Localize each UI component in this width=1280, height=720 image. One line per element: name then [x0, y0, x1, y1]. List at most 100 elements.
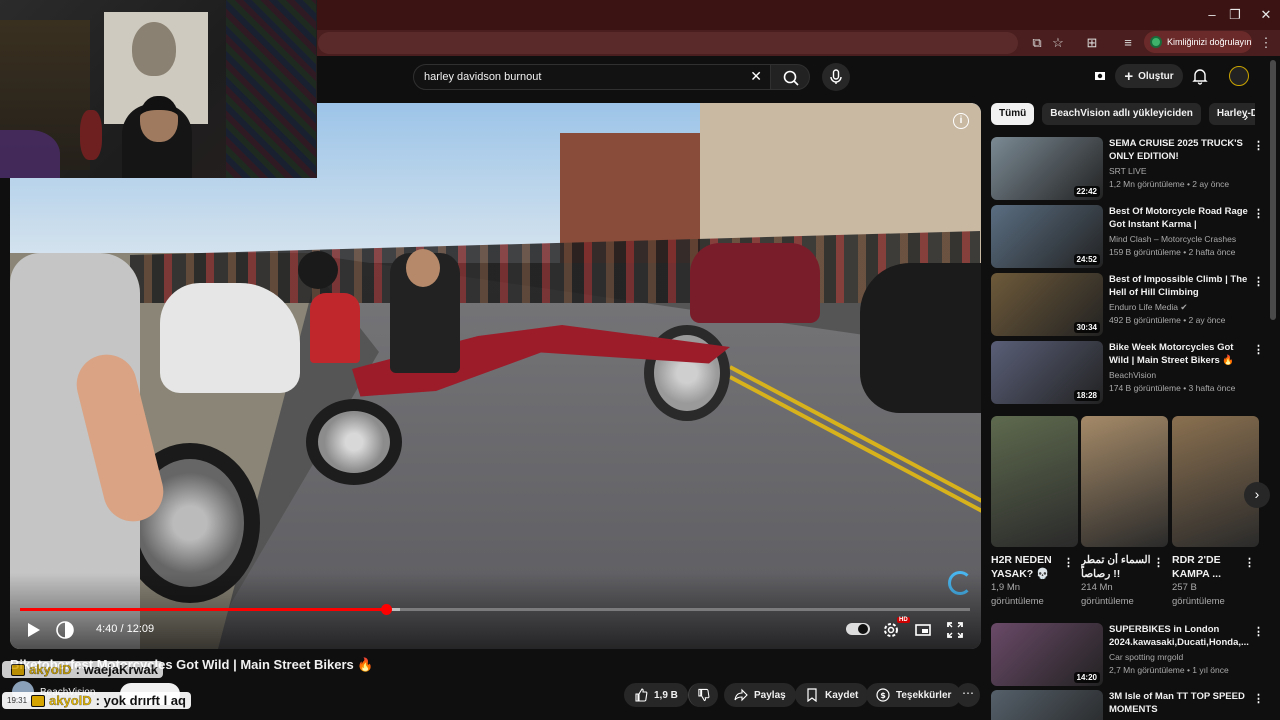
play-icon[interactable] [22, 619, 44, 641]
scrollbar[interactable] [1270, 60, 1276, 320]
short-item[interactable]: H2R NEDEN YASAK? 💀 1,9 Mn görüntüleme [991, 416, 1078, 609]
webcam-light [0, 130, 60, 178]
chip-all[interactable]: Tümü [991, 103, 1035, 125]
progress-bar[interactable] [20, 604, 970, 615]
recommendation-thumbnail[interactable]: 22:42 [991, 137, 1103, 200]
recommendation-thumbnail[interactable]: 30:34 [991, 273, 1103, 336]
media-control-icon[interactable]: ≡ [1118, 33, 1138, 53]
thanks-button[interactable]: $ Teşekkürler [866, 683, 962, 707]
short-item[interactable]: السماء أن تمطر رصاصاً !! 214 Mn görüntüle… [1081, 416, 1168, 609]
recommendation-title[interactable]: SUPERBIKES in London 2024.kawasaki,Ducat… [1109, 623, 1249, 649]
recommendation-item[interactable]: 24:52 Best Of Motorcycle Road Rage Got In… [991, 205, 1264, 269]
volume-icon[interactable] [54, 619, 76, 641]
bookmark-icon [807, 688, 817, 702]
kebab-menu-icon[interactable]: ⋮ [1253, 343, 1264, 356]
save-button[interactable]: Kaydet [795, 683, 869, 707]
autoplay-knob [858, 624, 868, 634]
recommendation-item[interactable]: 18:28 Bike Week Motorcycles Got Wild | Ma… [991, 341, 1264, 405]
share-button[interactable]: Paylaş [724, 683, 796, 707]
chat-username: akyolD [29, 662, 72, 677]
install-app-icon[interactable]: ⧉ [1027, 33, 1047, 53]
recommendation-channel[interactable]: SRT LIVE [1109, 166, 1146, 176]
minimize-button[interactable]: – [1202, 6, 1222, 24]
create-button[interactable]: + Oluştur [1115, 64, 1183, 88]
like-button[interactable]: 1,9 B [624, 683, 688, 707]
browser-menu-icon[interactable]: ⋮ [1256, 33, 1276, 53]
plus-icon: + [1124, 67, 1134, 85]
recommendation-item[interactable]: 3M Isle of Man TT TOP SPEED MOMENTS ⋮ [991, 690, 1264, 720]
dislike-button[interactable] [688, 683, 718, 707]
kebab-menu-icon[interactable]: ⋮ [1153, 556, 1164, 569]
kebab-menu-icon[interactable]: ⋮ [1063, 556, 1074, 569]
chip-from-uploader[interactable]: BeachVision adlı yükleyiciden [1042, 103, 1201, 125]
share-icon [734, 688, 748, 702]
recommendation-meta: 2,7 Mn görüntüleme • 1 yıl önce [1109, 665, 1229, 675]
short-title[interactable]: السماء أن تمطر رصاصاً !! [1081, 553, 1155, 581]
recommendation-channel[interactable]: Mind Clash – Motorcycle Crashes [1109, 234, 1236, 244]
kebab-menu-icon[interactable]: ⋮ [1253, 139, 1264, 152]
shorts-shelf: H2R NEDEN YASAK? 💀 1,9 Mn görüntüleme ⋮ الس… [991, 416, 1261, 616]
fullscreen-icon[interactable] [944, 619, 966, 641]
chopper-rear-wheel [306, 399, 402, 485]
duration-badge: 14:20 [1073, 672, 1100, 683]
hd-badge: HD [897, 617, 910, 623]
recommendation-title[interactable]: Best Of Motorcycle Road Rage Got Instant… [1109, 205, 1249, 232]
extensions-icon[interactable]: ⊞ [1082, 33, 1102, 53]
short-title[interactable]: H2R NEDEN YASAK? 💀 [991, 553, 1065, 581]
autoplay-toggle[interactable] [846, 623, 870, 635]
recommendation-channel[interactable]: Enduro Life Media ✔ [1109, 302, 1187, 313]
recommendation-thumbnail[interactable] [991, 690, 1103, 720]
search-input[interactable]: harley davidson burnout ✕ [413, 64, 771, 90]
account-avatar[interactable] [1229, 66, 1249, 86]
recommendation-title[interactable]: Bike Week Motorcycles Got Wild | Main St… [1109, 341, 1249, 367]
miniplayer-icon[interactable] [912, 619, 934, 641]
search-button[interactable] [770, 64, 810, 90]
short-views: 1,9 Mn görüntüleme [991, 582, 1044, 607]
studio-icon[interactable] [1092, 68, 1108, 84]
recommendation-item[interactable]: 22:42 SEMA CRUISE 2025 TRUCK'S ONLY EDITI… [991, 137, 1264, 201]
bookmark-star-icon[interactable]: ☆ [1048, 33, 1068, 53]
kebab-menu-icon[interactable]: ⋮ [1253, 207, 1264, 220]
search-icon [783, 70, 799, 86]
short-title[interactable]: RDR 2'DE KAMPA ... [1172, 553, 1246, 581]
share-label: Paylaş [754, 689, 786, 701]
voice-search-button[interactable] [822, 63, 850, 91]
create-label: Oluştur [1138, 70, 1174, 82]
recommendation-channel[interactable]: BeachVision [1109, 370, 1156, 380]
maximize-button[interactable]: ❐ [1225, 6, 1245, 24]
recommendation-thumbnail[interactable]: 18:28 [991, 341, 1103, 404]
progress-scrubber[interactable] [380, 604, 392, 615]
video-player[interactable]: i 4:40 / 12:09 HD [10, 103, 981, 649]
recommendation-title[interactable]: Best of Impossible Climb | The Hell of H… [1109, 273, 1249, 299]
short-thumbnail[interactable] [991, 416, 1078, 547]
kebab-menu-icon[interactable]: ⋮ [1253, 692, 1264, 705]
info-icon[interactable]: i [953, 113, 969, 129]
recommendation-meta: 174 B görüntüleme • 3 hafta önce [1109, 383, 1236, 393]
recommendation-channel[interactable]: Car spotting mrgold [1109, 652, 1183, 662]
more-actions-button[interactable]: ⋯ [956, 683, 980, 707]
shorts-next-button[interactable]: › [1244, 482, 1270, 508]
recommendation-item[interactable]: 30:34 Best of Impossible Climb | The Hell… [991, 273, 1264, 337]
recommendation-thumbnail[interactable]: 14:20 [991, 623, 1103, 686]
kebab-menu-icon[interactable]: ⋮ [1244, 556, 1255, 569]
clear-search-icon[interactable]: ✕ [750, 68, 762, 85]
short-item[interactable]: RDR 2'DE KAMPA ... 257 B görüntüleme [1172, 416, 1259, 609]
recommendation-title[interactable]: 3M Isle of Man TT TOP SPEED MOMENTS [1109, 690, 1249, 716]
notifications-bell-icon[interactable] [1190, 66, 1210, 86]
recommendation-title[interactable]: SEMA CRUISE 2025 TRUCK'S ONLY EDITION! [1109, 137, 1249, 163]
short-thumbnail[interactable] [1172, 416, 1259, 547]
kebab-menu-icon[interactable]: ⋮ [1253, 625, 1264, 638]
chat-badge-icon [31, 694, 46, 707]
thumbs-up-icon [635, 688, 648, 702]
recommendation-item[interactable]: 14:20 SUPERBIKES in London 2024.kawasaki,… [991, 623, 1264, 687]
short-thumbnail[interactable] [1081, 416, 1168, 547]
chat-text: : waejaKrwak [75, 662, 159, 677]
recommendation-thumbnail[interactable]: 24:52 [991, 205, 1103, 268]
profile-chip[interactable]: Kimliğinizi doğrulayın [1144, 31, 1252, 53]
address-bar[interactable] [318, 32, 1018, 54]
close-window-button[interactable]: ✕ [1256, 6, 1276, 24]
recommendation-meta: 1,2 Mn görüntüleme • 2 ay önce [1109, 179, 1230, 189]
chevron-right-icon[interactable]: › [1238, 108, 1254, 124]
kebab-menu-icon[interactable]: ⋮ [1253, 275, 1264, 288]
duration-badge: 18:28 [1073, 390, 1100, 401]
